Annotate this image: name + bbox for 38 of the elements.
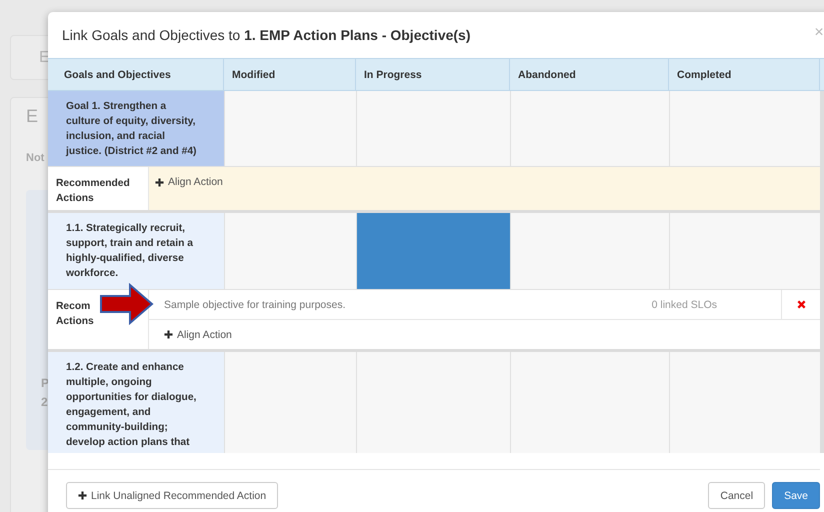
status-cell[interactable] [356,213,510,289]
status-cell[interactable] [356,91,510,166]
align-action-link[interactable]: Align Action [155,176,223,188]
status-cell[interactable] [356,352,510,453]
card-title: E [26,106,38,127]
status-cell[interactable] [224,91,356,166]
status-cell[interactable] [224,352,356,453]
link-action-button[interactable]: Link Unaligned Recommended Action [66,482,278,509]
column-header: In Progress [356,59,510,90]
linked-count: 0 linked SLOs [652,298,717,310]
cancel-button[interactable]: Cancel [708,482,766,509]
callout-arrow [100,283,154,325]
page-text: 2 [41,395,48,409]
remove-icon[interactable] [796,300,806,309]
column-header: Abandoned [510,59,669,90]
row-label: Recom Actions [56,300,94,329]
plus-icon [155,178,164,186]
status-cell[interactable] [510,352,669,453]
plus-icon [78,491,87,500]
page-text: P [41,376,50,390]
modal-title: Link Goals and Objectives to 1. EMP Action Plans - Objective(s) [62,27,471,43]
goal-cell: 1.2. Create and enhance multiple, ongoing opportunities for dialogue, engagement, and community-building; develop action plans that [48,352,224,453]
plus-icon [164,330,173,339]
row-label: Recommended Actions [56,177,131,206]
status-cell[interactable] [510,91,669,166]
action-text: Sample objective for training purposes. [163,298,346,310]
status-cell[interactable] [669,352,820,453]
status-cell[interactable] [669,91,820,166]
column-header: Goals and Objectives [48,59,224,90]
align-action-link[interactable]: Align Action [164,328,232,340]
column-header: Modified [224,59,356,90]
goal-cell: Goal 1. Strengthen a culture of equity, diversity, inclusion, and racial justice. (District #2 and #4) [48,91,224,166]
status-cell[interactable] [669,213,820,289]
status-cell[interactable] [510,213,669,289]
column-header: Completed [669,59,820,90]
status-cell[interactable] [224,213,356,289]
save-button[interactable]: Save [772,482,820,509]
goal-cell: 1.1. Strategically recruit, support, train and retain a highly-qualified, diverse workforce. [48,213,224,289]
